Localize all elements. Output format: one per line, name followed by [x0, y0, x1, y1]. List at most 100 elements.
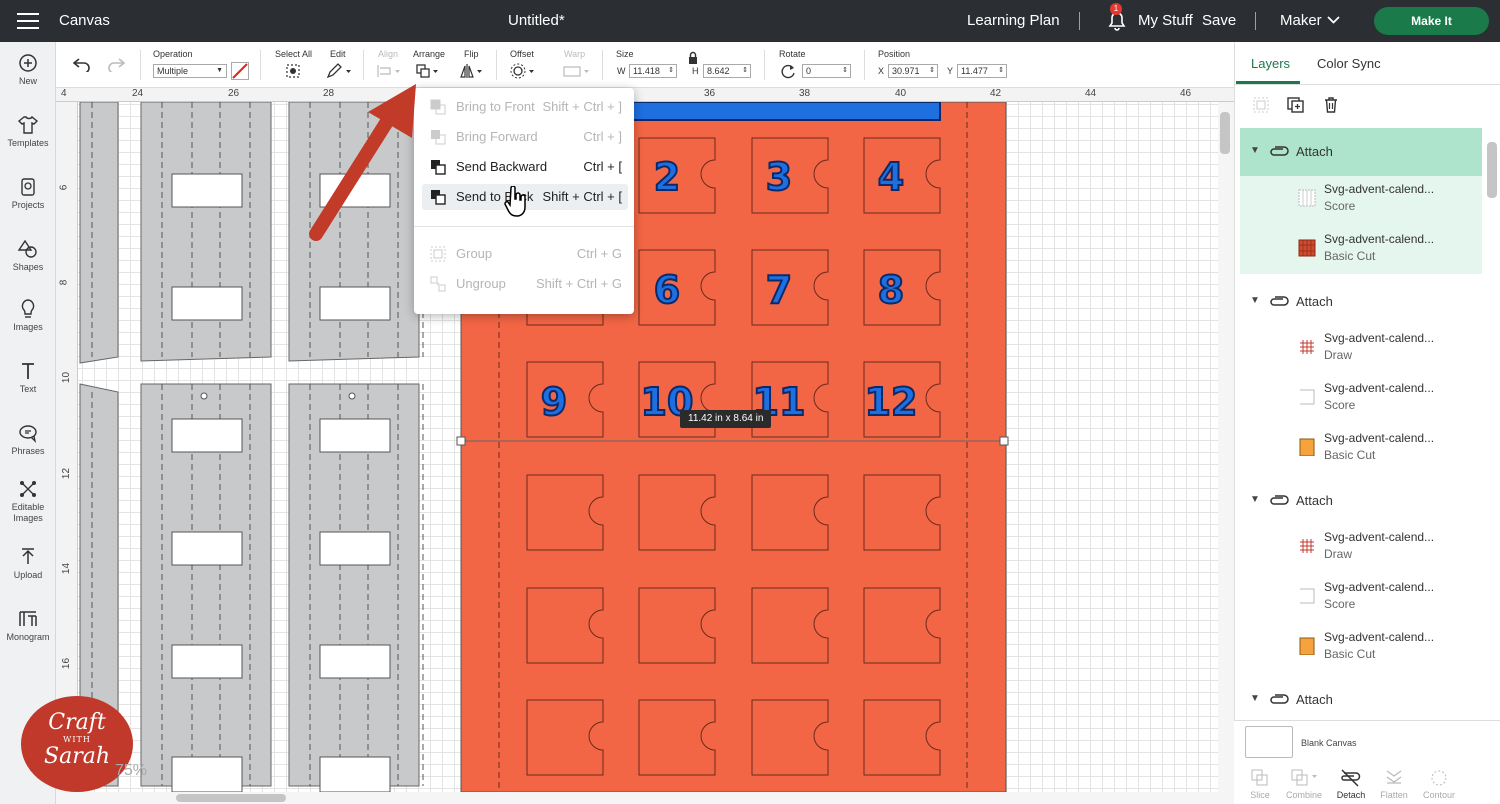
advent-number: 2	[654, 155, 680, 199]
layers-scroll-thumb[interactable]	[1487, 142, 1497, 198]
sidebar-item-templates[interactable]: Templates	[0, 114, 56, 149]
combine-button[interactable]: Combine	[1279, 790, 1329, 800]
sidebar-item-editable-images[interactable]: Editable Images	[0, 478, 56, 524]
layer-item[interactable]: Svg-advent-calend... Score	[1240, 375, 1482, 425]
x-input[interactable]: 30.971 ⇕	[888, 64, 938, 78]
layer-item[interactable]: Svg-advent-calend... Basic Cut	[1240, 425, 1482, 475]
layer-group[interactable]: ▼ Attach	[1240, 278, 1482, 322]
my-stuff-link[interactable]: My Stuff	[1138, 0, 1193, 42]
menu-shortcut: Ctrl + ]	[583, 129, 622, 144]
rotate-value: 0	[806, 66, 812, 76]
chevron-down-icon[interactable]: ▼	[1250, 693, 1260, 704]
basic-cut-thumbnail-icon	[1299, 637, 1315, 655]
sidebar-item-new[interactable]: New	[0, 52, 56, 87]
layer-item[interactable]: Svg-advent-calend... Basic Cut	[1240, 624, 1482, 674]
layer-name: Svg-advent-calend...	[1324, 630, 1435, 644]
chevron-down-icon[interactable]: ▼	[1250, 494, 1260, 505]
divider	[864, 50, 865, 80]
learning-plan-link[interactable]: Learning Plan	[967, 0, 1060, 42]
chevron-down-icon[interactable]: ▼	[1250, 295, 1260, 306]
ruler-label: 26	[228, 88, 240, 99]
shirt-icon	[17, 115, 39, 134]
redo-icon[interactable]	[107, 58, 125, 72]
chevron-down-icon[interactable]	[1327, 16, 1340, 25]
notification-badge: 1	[1110, 3, 1122, 15]
ruler-label: 14	[61, 562, 73, 575]
ruler-label: 12	[61, 467, 73, 480]
menu-label: Ungroup	[456, 276, 506, 291]
menu-divider	[414, 226, 634, 227]
layer-item[interactable]: Svg-advent-calend... Draw	[1240, 325, 1482, 375]
vertical-scroll-thumb[interactable]	[1220, 112, 1230, 154]
sidebar-label: Images	[13, 322, 43, 332]
layer-item[interactable]: Svg-advent-calend... Draw	[1240, 524, 1482, 574]
group-item[interactable]: Group Ctrl + G	[422, 241, 628, 267]
ungroup-item[interactable]: Ungroup Shift + Ctrl + G	[422, 271, 628, 297]
ruler-label: 8	[58, 279, 70, 286]
layer-group[interactable]: ▼ Attach	[1240, 477, 1482, 521]
bring-to-front-item[interactable]: Bring to Front Shift + Ctrl + ]	[422, 94, 628, 120]
sidebar-item-monogram[interactable]: Monogram	[0, 608, 56, 643]
layer-item[interactable]: Svg-advent-calend... Score	[1240, 574, 1482, 624]
sidebar-item-images[interactable]: Images	[0, 298, 56, 333]
bring-forward-item[interactable]: Bring Forward Ctrl + ]	[422, 124, 628, 150]
edit-toolbar: Operation Multiple ▼ Select All Edit Alig…	[56, 42, 1234, 88]
sidebar-item-projects[interactable]: Projects	[0, 176, 56, 211]
ruler-label: 44	[1085, 88, 1097, 99]
layer-group[interactable]: ▼ Attach	[1240, 128, 1482, 176]
zoom-level[interactable]: 75%	[115, 762, 147, 780]
tab-layers[interactable]: Layers	[1251, 56, 1290, 71]
trash-icon[interactable]	[1323, 96, 1339, 114]
slice-button[interactable]: Slice	[1235, 790, 1285, 800]
width-input[interactable]: 11.418 ⇕	[629, 64, 677, 78]
layer-type: Score	[1324, 199, 1356, 213]
app-title: Canvas	[59, 12, 110, 29]
tab-color-sync[interactable]: Color Sync	[1317, 56, 1381, 71]
height-input[interactable]: 8.642 ⇕	[703, 64, 751, 78]
chevron-down-icon[interactable]: ▼	[1250, 145, 1260, 156]
offset-icon[interactable]	[509, 63, 539, 79]
canvas-artwork[interactable]: 2 3 46 7 89 10 11 12	[78, 102, 1218, 792]
horizontal-scroll-thumb[interactable]	[176, 794, 286, 802]
advent-number: 7	[766, 268, 792, 312]
layer-item[interactable]: Svg-advent-calend... Score	[1240, 176, 1482, 226]
flatten-button[interactable]: Flatten	[1369, 790, 1419, 800]
contour-button[interactable]: Contour	[1414, 790, 1464, 800]
machine-select[interactable]: Maker	[1280, 0, 1322, 42]
sidebar-item-text[interactable]: Text	[0, 360, 56, 395]
bring-to-front-icon	[430, 99, 446, 115]
operation-select[interactable]: Multiple ▼	[153, 64, 227, 78]
basic-cut-thumbnail-icon	[1299, 438, 1315, 456]
send-to-back-icon	[431, 190, 446, 205]
make-it-button[interactable]: Make It	[1374, 7, 1489, 35]
lock-icon[interactable]	[687, 51, 699, 65]
menu-icon[interactable]	[17, 13, 39, 29]
sidebar-item-phrases[interactable]: Phrases	[0, 422, 56, 457]
y-input[interactable]: 11.477 ⇕	[957, 64, 1007, 78]
operation-value: Multiple	[157, 66, 189, 76]
attach-icon	[1270, 495, 1289, 505]
combine-icon	[1291, 769, 1317, 786]
blank-canvas-swatch[interactable]	[1245, 726, 1293, 758]
layer-group-name: Attach	[1296, 493, 1333, 508]
layer-item[interactable]: Svg-advent-calend... Basic Cut	[1240, 226, 1482, 274]
design-canvas[interactable]: 2 3 4 6 7 8 9 10 11 12	[78, 102, 1218, 792]
blank-canvas-label: Blank Canvas	[1301, 738, 1357, 748]
size-tooltip: 11.42 in x 8.64 in	[680, 410, 772, 428]
monogram-icon	[19, 611, 37, 626]
color-swatch-icon[interactable]	[231, 62, 249, 80]
send-backward-item[interactable]: Send Backward Ctrl + [	[422, 154, 628, 180]
layer-group[interactable]: ▼ Attach	[1240, 676, 1482, 720]
save-button[interactable]: Save	[1202, 0, 1236, 42]
sidebar-item-upload[interactable]: Upload	[0, 546, 56, 581]
divider	[1234, 84, 1500, 85]
rotate-input[interactable]: 0 ⇕	[802, 64, 851, 78]
layer-group-name: Attach	[1296, 294, 1333, 309]
vertical-scrollbar[interactable]	[1218, 102, 1234, 792]
duplicate-icon[interactable]	[1287, 97, 1305, 113]
undo-icon[interactable]	[73, 58, 91, 72]
sidebar-item-shapes[interactable]: Shapes	[0, 238, 56, 273]
flip-icon[interactable]	[459, 63, 487, 79]
advent-number: 12	[865, 380, 918, 424]
document-title[interactable]: Untitled*	[508, 0, 565, 42]
